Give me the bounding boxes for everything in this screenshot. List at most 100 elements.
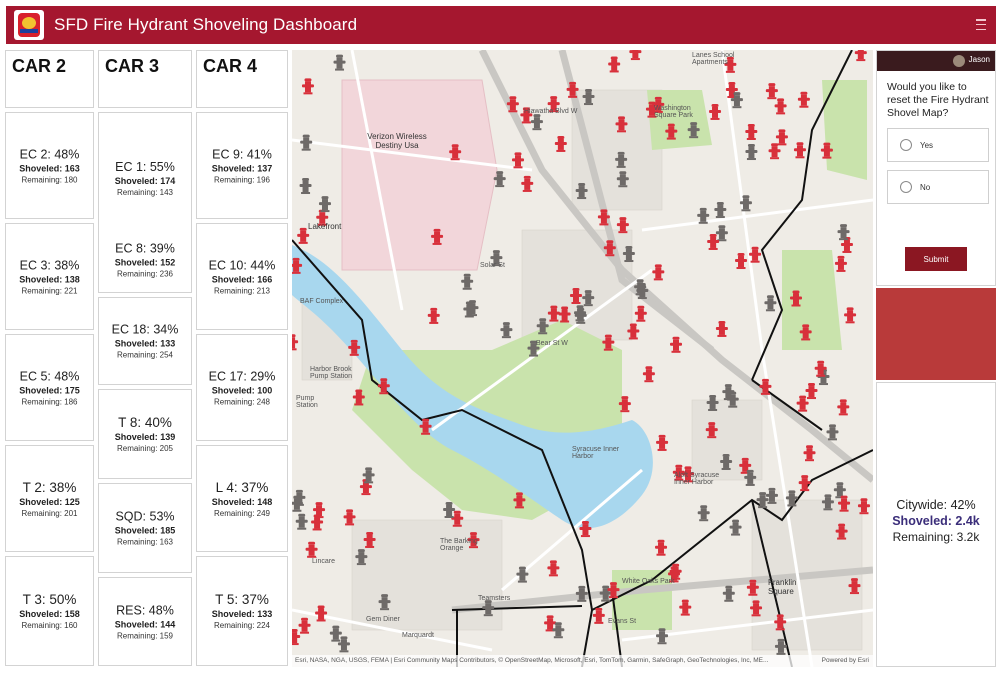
citywide-shoveled: Shoveled: 2.4k <box>892 514 980 528</box>
unit-shoveled: Shoveled: 144 <box>114 619 176 629</box>
radio-no[interactable] <box>900 181 912 193</box>
hydrant-icon[interactable] <box>295 513 308 530</box>
hydrant-icon[interactable] <box>461 273 474 290</box>
hydrant-icon[interactable] <box>679 599 692 616</box>
unit-remaining: Remaining: 159 <box>116 631 174 640</box>
unit-name: EC 2: 48% <box>19 147 80 161</box>
hydrant-icon[interactable] <box>552 622 565 639</box>
hydrant-icon[interactable] <box>427 307 440 324</box>
unit-name: L 4: 37% <box>215 479 269 495</box>
unit-name: T 2: 38% <box>22 479 77 495</box>
hydrant-icon[interactable] <box>299 178 312 195</box>
hydrant-icon[interactable] <box>837 399 850 416</box>
hydrant-icon[interactable] <box>844 307 857 324</box>
hydrant-icon[interactable] <box>554 135 567 152</box>
user-name[interactable]: Jason <box>969 55 990 64</box>
hydrant-icon[interactable] <box>803 445 816 462</box>
hydrant-icon[interactable] <box>318 196 331 213</box>
hydrant-icon[interactable] <box>652 264 665 281</box>
map-label-gem-diner: Gem Diner <box>366 616 400 623</box>
hydrant-icon[interactable] <box>707 233 720 250</box>
unit-card-res: RES: 48% Shoveled: 144 Remaining: 159 <box>98 577 192 666</box>
hydrant-icon[interactable] <box>333 54 346 71</box>
map-label-marquardt: Marquardt <box>402 632 434 639</box>
hydrant-icon[interactable] <box>764 295 777 312</box>
hydrant-icon[interactable] <box>329 625 342 642</box>
hydrant-icon[interactable] <box>775 129 788 146</box>
hydrant-icon[interactable] <box>655 539 668 556</box>
option-yes[interactable]: Yes <box>887 128 989 162</box>
hydrant-icon[interactable] <box>669 336 682 353</box>
hydrant-icon[interactable] <box>722 585 735 602</box>
hydrant-icon[interactable] <box>608 56 621 73</box>
unit-name: EC 5: 48% <box>19 369 80 383</box>
option-no[interactable]: No <box>887 170 989 204</box>
hydrant-icon[interactable] <box>774 98 787 115</box>
survey-question: Would you like to reset the Fire Hydrant… <box>887 81 989 119</box>
hydrant-icon[interactable] <box>709 103 722 120</box>
hydrant-icon[interactable] <box>634 305 647 322</box>
hydrant-icon[interactable] <box>530 114 543 131</box>
unit-remaining: Remaining: 201 <box>21 508 78 518</box>
hydrant-icon[interactable] <box>715 320 728 337</box>
hydrant-icon[interactable] <box>521 175 534 192</box>
hydrant-icon[interactable] <box>298 617 311 634</box>
hydrant-icon[interactable] <box>599 585 612 602</box>
user-avatar[interactable] <box>953 55 965 67</box>
hydrant-icon[interactable] <box>642 366 655 383</box>
hydrant-icon[interactable] <box>768 143 781 160</box>
menu-icon[interactable] <box>976 19 986 30</box>
hydrant-icon[interactable] <box>714 202 727 219</box>
map-label-pump: Pump Station <box>296 395 318 409</box>
hydrant-icon[interactable] <box>301 78 314 95</box>
hydrant-icon[interactable] <box>656 628 669 645</box>
hydrant-icon[interactable] <box>729 519 742 536</box>
hydrant-icon[interactable] <box>854 50 867 62</box>
hydrant-icon[interactable] <box>292 629 301 646</box>
hydrant-icon[interactable] <box>745 144 758 161</box>
submit-button[interactable]: Submit <box>905 247 967 271</box>
unit-shoveled: Shoveled: 185 <box>114 525 176 536</box>
hydrant-icon[interactable] <box>697 505 710 522</box>
unit-remaining: Remaining: 160 <box>21 621 78 630</box>
hydrant-icon[interactable] <box>315 605 328 622</box>
map-label-washington-sq: Washington Square Park <box>654 105 693 119</box>
hydrant-icon[interactable] <box>715 225 728 242</box>
unit-remaining: Remaining: 163 <box>116 537 174 547</box>
hydrant-icon[interactable] <box>547 560 560 577</box>
hydrant-icon[interactable] <box>512 152 525 169</box>
hydrant-icon[interactable] <box>796 395 809 412</box>
map-label-bear: Bear St W <box>536 340 568 347</box>
hydrant-icon[interactable] <box>292 334 299 351</box>
unit-card-l4: L 4: 37% Shoveled: 148 Remaining: 249 <box>196 445 288 552</box>
hydrant-icon[interactable] <box>826 424 839 441</box>
unit-name: T 3: 50% <box>22 592 77 607</box>
hydrant-icon[interactable] <box>735 253 748 270</box>
option-no-label: No <box>920 182 931 192</box>
hydrant-icon[interactable] <box>793 142 806 159</box>
unit-shoveled: Shoveled: 175 <box>19 385 80 395</box>
hydrant-icon[interactable] <box>443 501 456 518</box>
hydrant-icon[interactable] <box>797 91 810 108</box>
car-2-header: CAR 2 <box>5 50 94 108</box>
hydrant-icon[interactable] <box>834 255 847 272</box>
hydrant-icon[interactable] <box>300 134 313 151</box>
hydrant-icon[interactable] <box>798 475 811 492</box>
unit-shoveled: Shoveled: 166 <box>211 274 273 284</box>
hydrant-map[interactable]: Verizon Wireless Destiny Usa Lakefront B… <box>292 50 873 667</box>
hydrant-icon[interactable] <box>592 607 605 624</box>
hydrant-icon[interactable] <box>305 541 318 558</box>
hydrant-icon[interactable] <box>629 50 642 61</box>
hydrant-icon[interactable] <box>745 123 758 140</box>
map-label-syracuse-harbor: Syracuse Inner Harbor <box>572 446 620 460</box>
hydrant-icon[interactable] <box>765 83 778 100</box>
hydrant-icon[interactable] <box>656 434 669 451</box>
unit-card-ec10: EC 10: 44% Shoveled: 166 Remaining: 213 <box>196 223 288 330</box>
hydrant-icon[interactable] <box>337 636 350 653</box>
hydrant-icon[interactable] <box>500 322 513 339</box>
hydrant-icon[interactable] <box>805 383 818 400</box>
unit-name: EC 18: 34% <box>111 322 179 337</box>
radio-yes[interactable] <box>900 139 912 151</box>
option-yes-label: Yes <box>920 140 934 150</box>
unit-card-ec18: EC 18: 34% Shoveled: 133 Remaining: 254 <box>98 297 192 385</box>
